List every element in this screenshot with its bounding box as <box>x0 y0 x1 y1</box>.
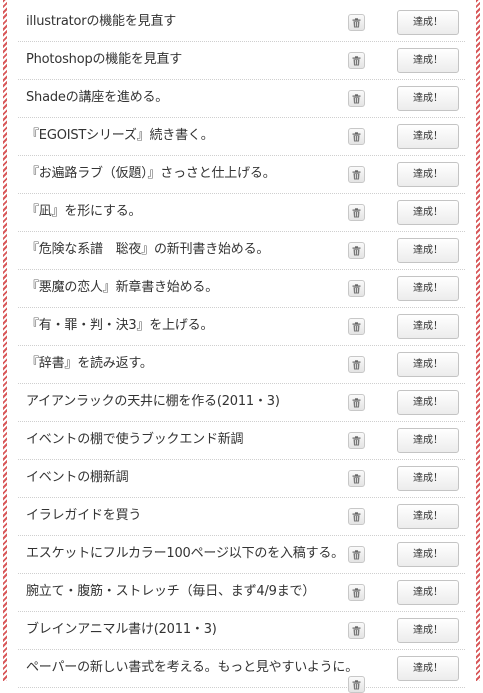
achieved-button[interactable]: 達成！ <box>397 10 459 35</box>
achieved-button[interactable]: 達成！ <box>397 86 459 111</box>
delete-button[interactable] <box>348 676 365 693</box>
task-list: illustratorの機能を見直す 達成！ Photoshopの機能を見直す … <box>18 4 465 693</box>
achieved-button[interactable]: 達成！ <box>397 314 459 339</box>
task-row: イベントの棚新調 達成！ <box>18 460 465 498</box>
achieved-button[interactable]: 達成！ <box>397 618 459 643</box>
todo-page: illustratorの機能を見直す 達成！ Photoshopの機能を見直す … <box>0 0 483 693</box>
achieved-button[interactable]: 達成！ <box>397 276 459 301</box>
delete-button[interactable] <box>348 356 365 373</box>
delete-button[interactable] <box>348 242 365 259</box>
task-label: イベントの棚で使うブックエンド新調 <box>26 432 244 447</box>
delete-button[interactable] <box>348 318 365 335</box>
delete-button[interactable] <box>348 584 365 601</box>
task-label: Shadeの講座を進める。 <box>26 90 169 105</box>
task-label: 『危険な系譜 聡夜』の新刊書き始める。 <box>26 242 270 257</box>
delete-button[interactable] <box>348 52 365 69</box>
task-label: エスケットにフルカラー100ページ以下のを入稿する。 <box>26 546 344 561</box>
task-label: 『悪魔の恋人』新章書き始める。 <box>26 280 219 295</box>
left-border-stripe <box>3 0 7 681</box>
task-row: 『悪魔の恋人』新章書き始める。 達成！ <box>18 270 465 308</box>
achieved-button[interactable]: 達成！ <box>397 504 459 529</box>
task-row: 『有・罪・判・決3』を上げる。 達成！ <box>18 308 465 346</box>
achieved-button[interactable]: 達成！ <box>397 48 459 73</box>
achieved-button[interactable]: 達成！ <box>397 124 459 149</box>
task-label: イラレガイドを買う <box>26 508 142 523</box>
delete-button[interactable] <box>348 280 365 297</box>
delete-button[interactable] <box>348 128 365 145</box>
achieved-button[interactable]: 達成！ <box>397 428 459 453</box>
task-label: 『凪』を形にする。 <box>26 204 142 219</box>
achieved-button[interactable]: 達成！ <box>397 200 459 225</box>
trash-icon <box>352 245 361 255</box>
task-label: Photoshopの機能を見直す <box>26 52 183 67</box>
achieved-button[interactable]: 達成！ <box>397 580 459 605</box>
task-label: 腕立て・腹筋・ストレッチ（毎日、まず4/9まで） <box>26 584 316 599</box>
task-row: ペーパーの新しい書式を考える。もっと見やすいように。 達成！ <box>18 650 465 693</box>
task-row: 腕立て・腹筋・ストレッチ（毎日、まず4/9まで） 達成！ <box>18 574 465 612</box>
trash-icon <box>352 435 361 445</box>
achieved-button[interactable]: 達成！ <box>397 352 459 377</box>
trash-icon <box>352 93 361 103</box>
achieved-button[interactable]: 達成！ <box>397 656 459 681</box>
trash-icon <box>352 283 361 293</box>
achieved-button[interactable]: 達成！ <box>397 162 459 187</box>
task-label: 『EGOISTシリーズ』続き書く。 <box>26 128 214 143</box>
trash-icon <box>352 169 361 179</box>
task-row: ブレインアニマル書け(2011・3) 達成！ <box>18 612 465 650</box>
delete-button[interactable] <box>348 470 365 487</box>
task-label: イベントの棚新調 <box>26 470 129 485</box>
task-label: アイアンラックの天井に棚を作る(2011・3) <box>26 394 280 409</box>
task-row: illustratorの機能を見直す 達成！ <box>18 4 465 42</box>
trash-icon <box>352 587 361 597</box>
delete-button[interactable] <box>348 14 365 31</box>
trash-icon <box>352 17 361 27</box>
trash-icon <box>352 397 361 407</box>
achieved-button[interactable]: 達成！ <box>397 466 459 491</box>
achieved-button[interactable]: 達成！ <box>397 390 459 415</box>
delete-button[interactable] <box>348 432 365 449</box>
task-label: ペーパーの新しい書式を考える。もっと見やすいように。 <box>26 660 359 675</box>
task-label: 『お遍路ラブ（仮題）』さっさと仕上げる。 <box>26 166 276 181</box>
delete-button[interactable] <box>348 622 365 639</box>
task-row: イベントの棚で使うブックエンド新調 達成！ <box>18 422 465 460</box>
task-row: Photoshopの機能を見直す 達成！ <box>18 42 465 80</box>
task-row: 『EGOISTシリーズ』続き書く。 達成！ <box>18 118 465 156</box>
task-row: 『危険な系譜 聡夜』の新刊書き始める。 達成！ <box>18 232 465 270</box>
delete-button[interactable] <box>348 508 365 525</box>
trash-icon <box>352 549 361 559</box>
task-row: Shadeの講座を進める。 達成！ <box>18 80 465 118</box>
trash-icon <box>352 625 361 635</box>
delete-button[interactable] <box>348 90 365 107</box>
achieved-button[interactable]: 達成！ <box>397 542 459 567</box>
task-row: エスケットにフルカラー100ページ以下のを入稿する。 達成！ <box>18 536 465 574</box>
trash-icon <box>352 321 361 331</box>
delete-button[interactable] <box>348 394 365 411</box>
achieved-button[interactable]: 達成！ <box>397 238 459 263</box>
trash-icon <box>352 473 361 483</box>
trash-icon <box>352 679 361 689</box>
trash-icon <box>352 359 361 369</box>
task-row: 『お遍路ラブ（仮題）』さっさと仕上げる。 達成！ <box>18 156 465 194</box>
task-label: illustratorの機能を見直す <box>26 14 177 29</box>
task-label: ブレインアニマル書け(2011・3) <box>26 622 217 637</box>
delete-button[interactable] <box>348 546 365 563</box>
task-row: アイアンラックの天井に棚を作る(2011・3) 達成！ <box>18 384 465 422</box>
trash-icon <box>352 511 361 521</box>
trash-icon <box>352 55 361 65</box>
task-label: 『辞書』を読み返す。 <box>26 356 153 371</box>
task-row: 『辞書』を読み返す。 達成！ <box>18 346 465 384</box>
delete-button[interactable] <box>348 204 365 221</box>
trash-icon <box>352 131 361 141</box>
delete-button[interactable] <box>348 166 365 183</box>
task-label: 『有・罪・判・決3』を上げる。 <box>26 318 214 333</box>
task-row: イラレガイドを買う 達成！ <box>18 498 465 536</box>
task-row: 『凪』を形にする。 達成！ <box>18 194 465 232</box>
trash-icon <box>352 207 361 217</box>
